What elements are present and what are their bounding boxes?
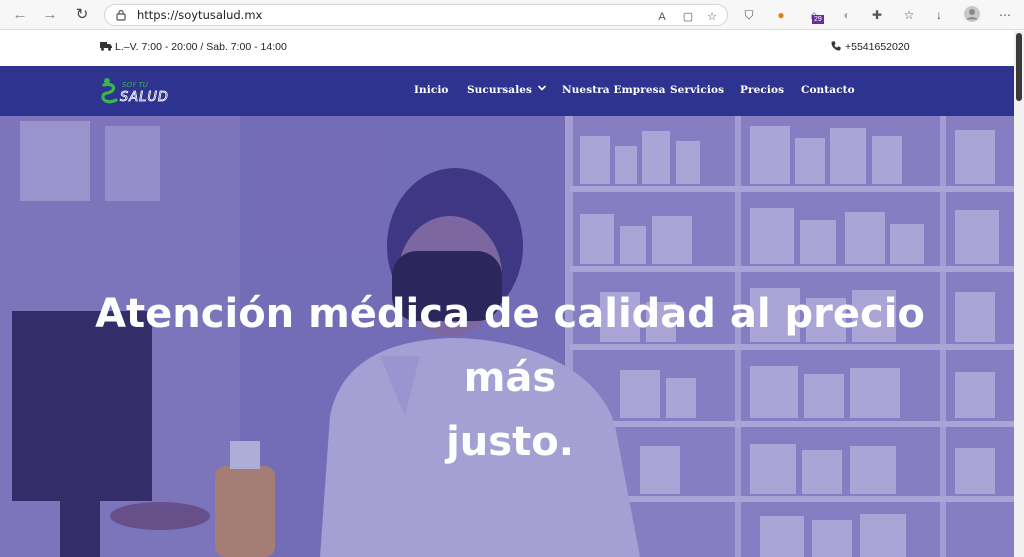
website: L.–V. 7:00 - 20:00 / Sab. 7:00 - 14:00 +… [0,31,1014,557]
opening-hours: L.–V. 7:00 - 20:00 / Sab. 7:00 - 14:00 [100,41,287,53]
extensions-puzzle-icon[interactable]: ✚ [868,6,886,24]
nav-contacto[interactable]: Contacto [801,84,855,96]
hero-title: Atención médica de calidad al precio más… [60,282,960,474]
phone-number[interactable]: +5541652020 [830,41,910,53]
download-icon[interactable]: ↓ [930,6,948,24]
address-bar[interactable]: https://soytusalud.mx A ▢ ☆ [104,4,728,26]
forward-icon[interactable]: → [40,5,60,25]
extension-badge-count: 29 [812,15,824,24]
reload-icon[interactable]: ↻ [72,5,92,25]
main-navbar: SOY TU SALUD Inicio Sucursales Nuestra E… [0,66,1014,116]
profile-avatar-icon[interactable] [963,6,981,24]
soy-tu-salud-logo[interactable]: SOY TU SALUD [100,75,184,107]
hero-title-line-2: justo. [446,419,574,465]
browser-toolbar: ← → ↻ https://soytusalud.mx A ▢ ☆ ⛉ ● ⌂2… [0,0,1024,30]
hero-title-line-1: Atención médica de calidad al precio más [95,291,925,401]
back-icon[interactable]: ← [10,5,30,25]
opening-hours-text: L.–V. 7:00 - 20:00 / Sab. 7:00 - 14:00 [115,41,287,53]
nav-sucursales[interactable]: Sucursales [467,84,532,96]
add-favorite-icon[interactable]: ☆ [705,10,719,24]
phone-icon [831,41,841,51]
shield-icon[interactable]: ⛉ [740,6,758,24]
nav-servicios[interactable]: Servicios [670,84,724,96]
more-options-icon[interactable]: ⋯ [996,6,1014,24]
phone-number-text: +5541652020 [845,41,910,53]
logo-text-top: SOY TU [122,81,148,89]
favorites-icon[interactable]: ☆ [900,6,918,24]
read-aloud-icon[interactable]: A [655,10,669,24]
scrollbar-thumb[interactable] [1016,33,1022,101]
immersive-reader-icon[interactable]: ▢ [681,10,695,24]
logo-text-bottom: SALUD [120,90,169,105]
truck-icon [100,42,112,51]
url-text: https://soytusalud.mx [137,8,263,22]
extension-gray-icon[interactable]: ◐ [838,6,856,24]
nav-nuestra-empresa[interactable]: Nuestra Empresa [562,84,666,96]
nav-inicio[interactable]: Inicio [414,84,449,96]
hero-section: Atención médica de calidad al precio más… [0,116,1014,557]
extension-badge-icon[interactable]: ⌂29 [805,6,824,24]
page-scrollbar[interactable] [1014,31,1024,557]
nav-precios[interactable]: Precios [740,84,784,96]
lock-icon [116,9,126,21]
top-info-bar: L.–V. 7:00 - 20:00 / Sab. 7:00 - 14:00 +… [0,31,1014,66]
extension-icon[interactable]: ● [772,6,790,24]
chevron-down-icon[interactable] [537,83,547,93]
